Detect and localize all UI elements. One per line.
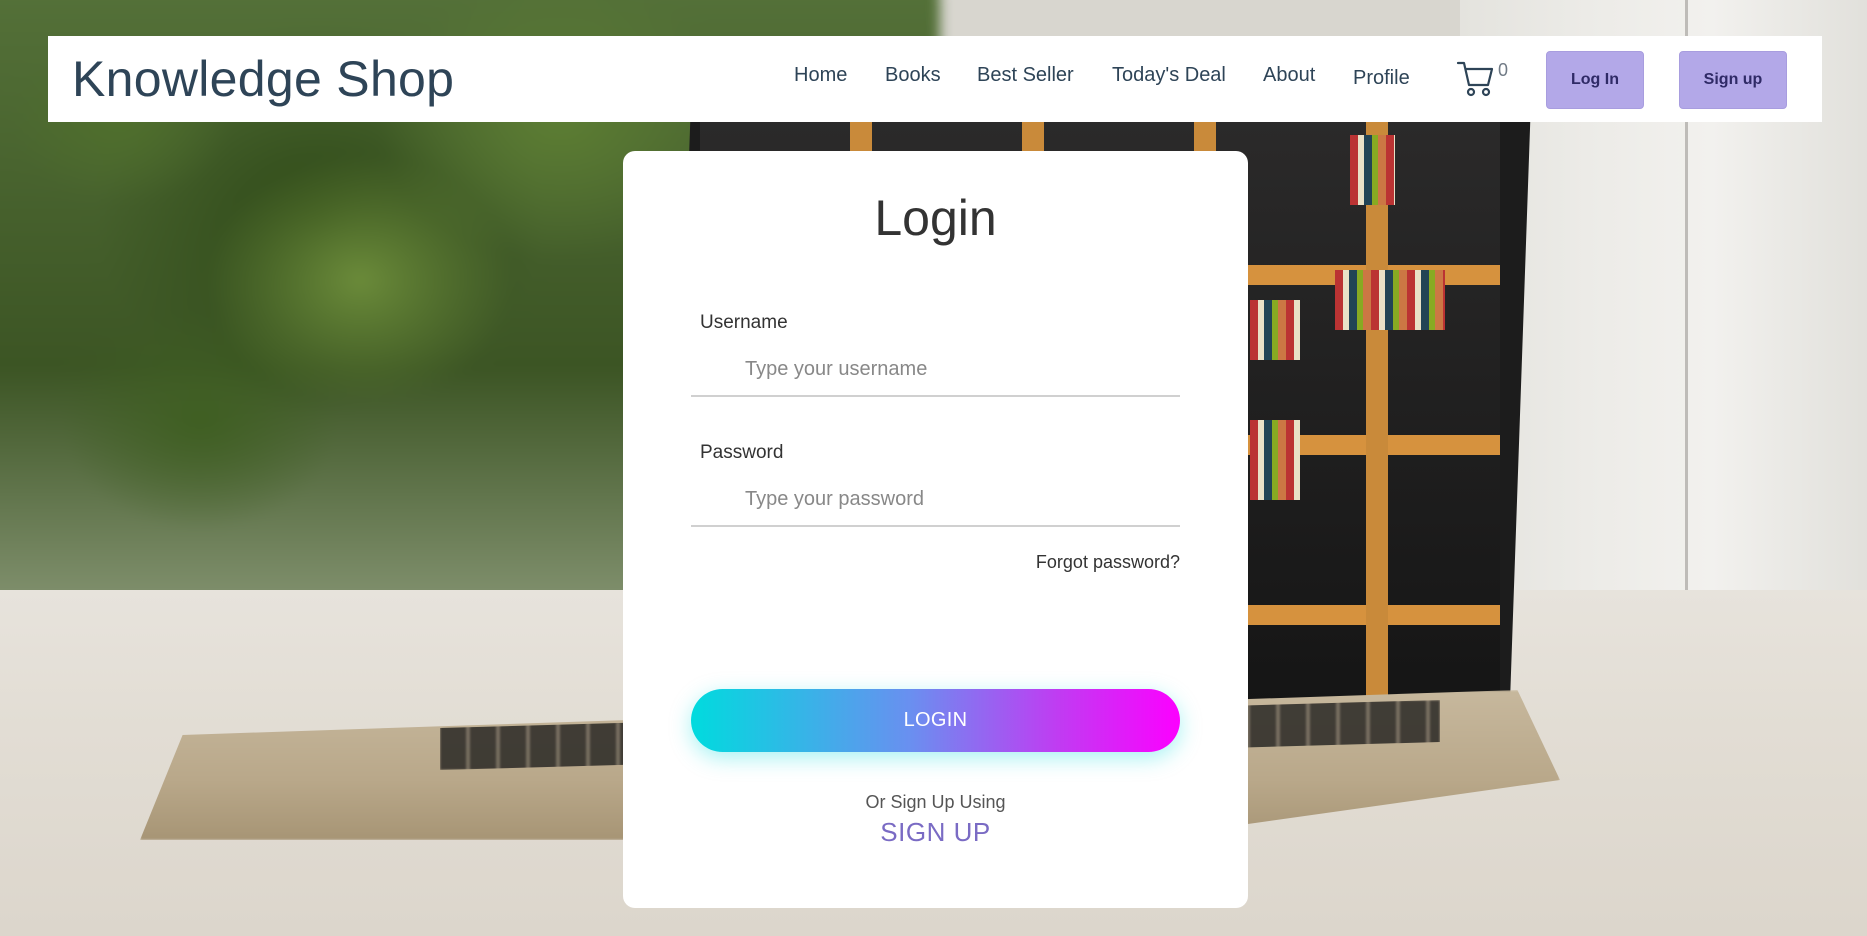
top-navbar: Knowledge Shop Home Books Best Seller To… [48,36,1822,122]
password-input[interactable] [691,473,1180,527]
nav-home[interactable]: Home [794,64,847,87]
brand-logo[interactable]: Knowledge Shop [72,50,454,108]
signup-link[interactable]: SIGN UP [623,817,1248,848]
alt-signup-text: Or Sign Up Using [865,792,1006,812]
nav-best-seller[interactable]: Best Seller [977,64,1074,87]
nav-about[interactable]: About [1263,64,1315,87]
username-input[interactable] [691,343,1180,397]
login-card: Login Username Password Forgot password?… [623,151,1248,908]
login-submit-button[interactable]: LOGIN [691,689,1180,752]
password-label: Password [700,442,784,463]
log-in-button[interactable]: Log In [1546,51,1644,109]
books-decoration [1250,300,1300,360]
forgot-password-link[interactable]: Forgot password? [691,552,1180,573]
cart-count-badge: 0 [1498,60,1509,80]
page-title: Login [874,190,997,246]
nav-profile[interactable]: Profile [1353,67,1410,90]
shopping-cart-icon[interactable] [1456,58,1496,98]
books-decoration [1350,135,1395,205]
books-decoration [1250,420,1300,500]
username-label: Username [700,312,788,333]
sign-up-button[interactable]: Sign up [1679,51,1787,109]
nav-todays-deal[interactable]: Today's Deal [1112,64,1226,87]
nav-books[interactable]: Books [885,64,941,87]
books-decoration [1335,270,1445,330]
